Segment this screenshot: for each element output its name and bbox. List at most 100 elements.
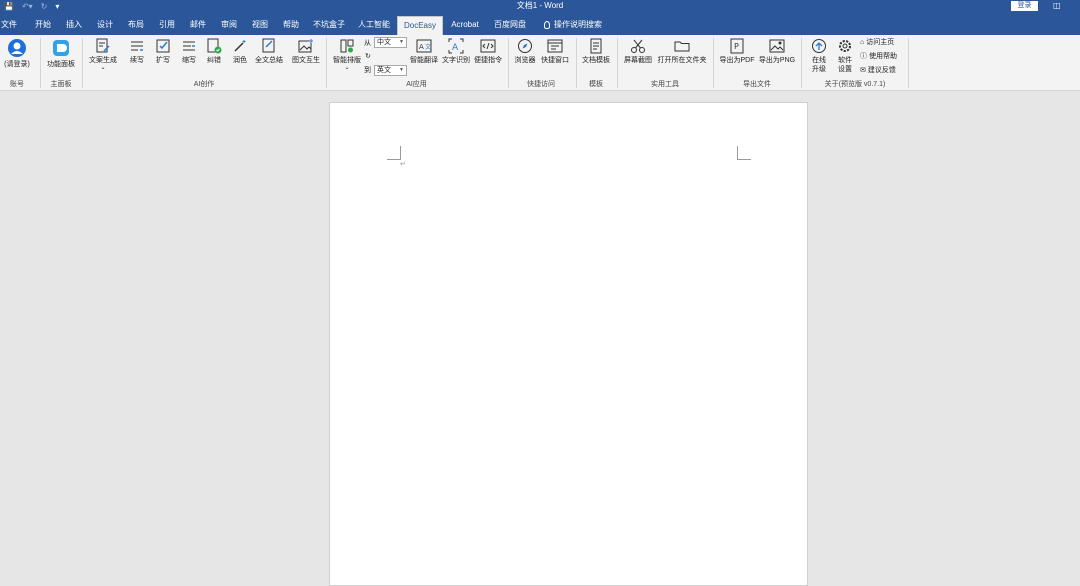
expand-check-icon (156, 39, 170, 53)
polish-label: 润色 (233, 57, 247, 64)
group-separator (801, 38, 802, 88)
screenshot-button[interactable]: 屏幕截图 (622, 38, 654, 65)
ocr-button[interactable]: A 文字识别 (441, 38, 471, 65)
from-language-value: 中文 (377, 39, 391, 46)
tab-mailings[interactable]: 邮件 (188, 16, 208, 35)
correct-document-icon (207, 38, 222, 54)
group-label-about: 关于(预览版 v0.7.1) (824, 81, 886, 88)
quick-command-button[interactable]: 便捷指令 (473, 38, 503, 65)
tab-review[interactable]: 审阅 (219, 16, 239, 35)
ribbon: (请登录) 账号 功能面板 主面板 文案生成 ⌄ 续写 扩写 缩写 纠错 润色 (0, 35, 1080, 91)
software-settings-button[interactable]: 软件 设置 (833, 38, 857, 74)
tab-doceasy[interactable]: DocEasy (397, 16, 443, 36)
function-panel-button[interactable]: 功能面板 (44, 38, 78, 69)
ribbon-display-icon[interactable]: ◫ (1053, 1, 1061, 11)
group-separator (908, 38, 909, 88)
margin-corner-top-right (737, 146, 751, 160)
usage-help-button[interactable]: ⓘ 使用帮助 (860, 52, 897, 61)
polish-button[interactable]: 润色 (229, 38, 251, 65)
summary-document-icon (262, 38, 275, 53)
open-folder-label: 打开所在文件夹 (657, 57, 707, 64)
image-text-button[interactable]: 图文互生 (290, 38, 322, 65)
full-summary-button[interactable]: 全文总结 (253, 38, 285, 65)
tab-home[interactable]: 开始 (33, 16, 53, 35)
to-language-select[interactable]: 英文 ▼ (374, 65, 407, 76)
browser-button[interactable]: 浏览器 (512, 38, 538, 65)
chevron-down-icon: ▼ (399, 39, 404, 45)
ribbon-tab-bar: 文件 开始 插入 设计 布局 引用 邮件 审阅 视图 帮助 不坑盒子 人工智能 … (0, 13, 1080, 36)
document-area: ↵ (0, 91, 1080, 586)
tab-acrobat[interactable]: Acrobat (448, 16, 482, 35)
continue-lines-icon (131, 41, 143, 51)
quick-window-button[interactable]: 快捷窗口 (540, 38, 570, 65)
doc-template-button[interactable]: 文档模板 (580, 38, 612, 65)
scissors-icon (631, 39, 645, 53)
copy-generate-button[interactable]: 文案生成 ⌄ (86, 38, 120, 71)
magic-wand-icon (234, 40, 246, 52)
pdf-icon: P (730, 38, 744, 54)
image-text-label: 图文互生 (292, 57, 320, 64)
login-button[interactable]: 登录 (1011, 1, 1038, 11)
group-separator (617, 38, 618, 88)
tab-file[interactable]: 文件 (0, 16, 18, 35)
group-label-main-panel: 主面板 (50, 81, 72, 88)
feedback-button[interactable]: ✉ 建议反馈 (860, 66, 896, 75)
translate-icon: A文 (416, 39, 432, 53)
shorten-write-label: 缩写 (182, 57, 196, 64)
quick-window-label: 快捷窗口 (541, 57, 569, 64)
folder-icon (674, 41, 690, 52)
feedback-label: 建议反馈 (867, 67, 896, 74)
tab-pitfall-box[interactable]: 不坑盒子 (312, 16, 346, 35)
help-icon: ⓘ (860, 53, 867, 60)
tab-view[interactable]: 视图 (250, 16, 270, 35)
tab-baidu[interactable]: 百度网盘 (493, 16, 527, 35)
compass-icon (518, 39, 532, 53)
tab-references[interactable]: 引用 (157, 16, 177, 35)
margin-corner-top-left (387, 146, 401, 160)
export-pdf-button[interactable]: P 导出为PDF (718, 38, 756, 65)
online-upgrade-label-1: 在线 (812, 57, 826, 64)
tab-layout[interactable]: 布局 (126, 16, 146, 35)
visit-homepage-label: 访问主页 (866, 39, 895, 46)
tab-insert[interactable]: 插入 (64, 16, 84, 35)
panel-logo-icon (53, 40, 69, 56)
online-upgrade-button[interactable]: 在线 升级 (807, 38, 831, 74)
template-icon (590, 38, 602, 54)
online-upgrade-label-2: 升级 (812, 66, 826, 73)
window-title: 文档1 - Word (516, 1, 564, 10)
group-label-quick-access: 快捷访问 (527, 81, 555, 88)
window-icon (547, 39, 563, 53)
open-folder-button[interactable]: 打开所在文件夹 (656, 38, 708, 65)
home-icon: ⌂ (860, 39, 865, 46)
image-plus-icon (298, 39, 313, 53)
error-correct-button[interactable]: 纠错 (203, 38, 225, 65)
gear-icon (839, 40, 851, 52)
swap-language-icon[interactable]: ↻ (365, 52, 371, 61)
group-separator (326, 38, 327, 88)
shorten-lines-icon (183, 41, 195, 51)
login-account-label: (请登录) (4, 61, 30, 68)
smart-layout-button[interactable]: 智能排版 ⌄ (330, 38, 364, 71)
continue-write-button[interactable]: 续写 (126, 38, 148, 65)
ocr-icon: A (448, 38, 464, 54)
software-settings-label-2: 设置 (838, 66, 852, 73)
from-language-select[interactable]: 中文 ▼ (374, 37, 407, 48)
tab-help[interactable]: 帮助 (281, 16, 301, 35)
tab-ai[interactable]: 人工智能 (357, 16, 391, 35)
tell-me-search[interactable]: 操作说明搜索 (540, 16, 606, 35)
visit-homepage-button[interactable]: ⌂ 访问主页 (860, 38, 894, 47)
group-label-tools: 实用工具 (651, 81, 679, 88)
upgrade-arrow-icon (812, 39, 826, 53)
document-page[interactable]: ↵ (329, 102, 808, 586)
svg-text:P: P (734, 42, 739, 51)
shorten-write-button[interactable]: 缩写 (178, 38, 200, 65)
tab-design[interactable]: 设计 (95, 16, 115, 35)
svg-text:A: A (452, 43, 459, 53)
expand-write-button[interactable]: 扩写 (152, 38, 174, 65)
group-label-template: 模板 (589, 81, 603, 88)
login-account-button[interactable]: (请登录) (2, 38, 32, 69)
export-png-button[interactable]: 导出为PNG (758, 38, 796, 65)
export-pdf-label: 导出为PDF (719, 57, 755, 64)
group-label-account: 账号 (10, 81, 24, 88)
smart-translate-button[interactable]: A文 智能翻译 (409, 38, 439, 65)
